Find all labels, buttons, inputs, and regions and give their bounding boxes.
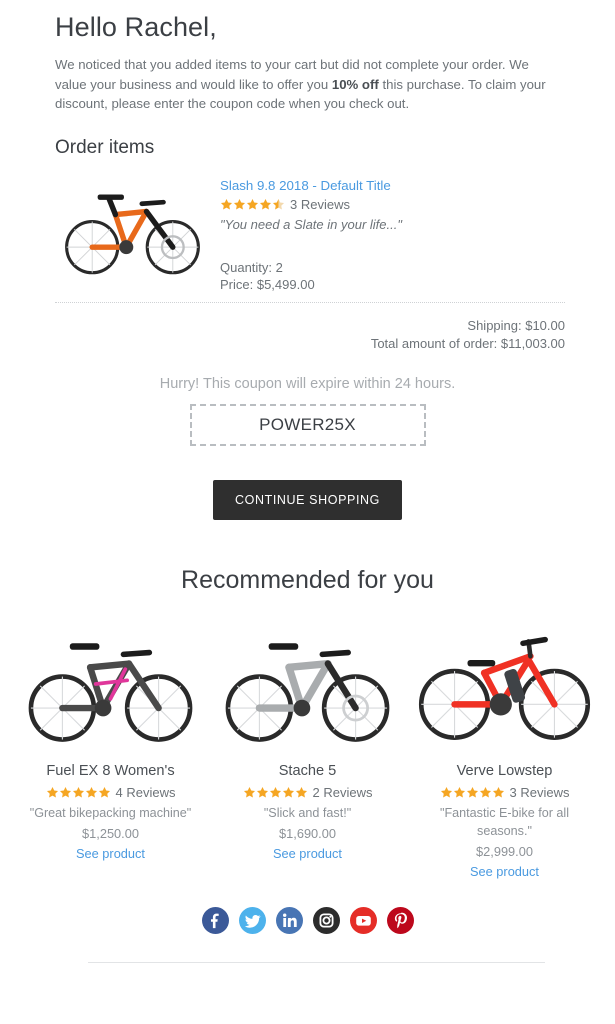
silver-hardtail-bike-icon bbox=[225, 642, 390, 742]
star-icon bbox=[98, 786, 111, 799]
product-image[interactable] bbox=[412, 619, 597, 749]
order-item-title-link[interactable]: Slash 9.8 2018 - Default Title bbox=[220, 177, 560, 195]
star-icon bbox=[440, 786, 453, 799]
star-rating bbox=[46, 786, 111, 799]
product-rating: 3 Reviews bbox=[412, 785, 597, 800]
star-icon bbox=[243, 786, 256, 799]
coupon-code-value: POWER25X bbox=[259, 414, 356, 434]
product-reviews-count: 3 Reviews bbox=[509, 784, 570, 800]
continue-shopping-button[interactable]: CONTINUE SHOPPING bbox=[213, 479, 402, 520]
star-icon bbox=[466, 786, 479, 799]
star-icon bbox=[282, 786, 295, 799]
footer-divider bbox=[88, 961, 545, 963]
product-reviews-count: 4 Reviews bbox=[115, 784, 176, 800]
product-reviews-count: 2 Reviews bbox=[312, 784, 373, 800]
product-image[interactable] bbox=[18, 619, 203, 749]
order-item-row: Slash 9.8 2018 - Default Title 3 Reviews… bbox=[0, 159, 615, 293]
product-image[interactable] bbox=[215, 619, 400, 749]
facebook-icon[interactable] bbox=[201, 906, 229, 934]
star-icon bbox=[59, 786, 72, 799]
product-card: Fuel EX 8 Women's 4 Reviews "Great bikep… bbox=[12, 619, 209, 881]
star-rating bbox=[220, 198, 285, 211]
youtube-icon[interactable] bbox=[349, 906, 377, 934]
product-name: Stache 5 bbox=[278, 762, 337, 779]
star-icon bbox=[85, 786, 98, 799]
order-item-quote: "You need a Slate in your life..." bbox=[220, 216, 402, 232]
cta-section: CONTINUE SHOPPING bbox=[0, 446, 615, 520]
coupon-expiry-note: Hurry! This coupon will expire within 24… bbox=[159, 375, 456, 392]
product-quote: "Fantastic E-bike for all seasons." bbox=[439, 805, 570, 838]
greeting-section: Hello Rachel, We noticed that you added … bbox=[0, 0, 615, 114]
product-price: $1,690.00 bbox=[279, 825, 336, 841]
pinterest-icon[interactable] bbox=[386, 906, 414, 934]
red-electric-step-through-bike-icon bbox=[418, 636, 591, 740]
order-item-quantity: Quantity: 2 bbox=[220, 259, 283, 275]
star-icon bbox=[259, 198, 272, 211]
star-rating bbox=[440, 786, 505, 799]
order-item-details: Slash 9.8 2018 - Default Title 3 Reviews… bbox=[210, 172, 560, 293]
orange-mountain-bike-icon bbox=[65, 193, 200, 274]
see-product-link[interactable]: See product bbox=[412, 863, 597, 881]
star-icon bbox=[295, 786, 308, 799]
star-rating bbox=[243, 786, 308, 799]
product-quote: "Great bikepacking machine" bbox=[29, 805, 192, 820]
order-total-amount: Total amount of order: $11,003.00 bbox=[370, 335, 565, 351]
greeting-paragraph: We noticed that you added items to your … bbox=[55, 55, 560, 114]
coupon-code-box[interactable]: POWER25X bbox=[189, 403, 426, 446]
product-rating: 4 Reviews bbox=[18, 785, 203, 800]
star-icon bbox=[492, 786, 505, 799]
see-product-link[interactable]: See product bbox=[215, 845, 400, 863]
order-item-reviews-count: 3 Reviews bbox=[290, 196, 350, 212]
star-icon bbox=[256, 786, 269, 799]
star-icon bbox=[246, 198, 259, 211]
order-items-heading: Order items bbox=[55, 136, 155, 158]
product-card: Stache 5 2 Reviews "Slick and fast!" $1,… bbox=[209, 619, 406, 881]
see-product-link[interactable]: See product bbox=[18, 845, 203, 863]
order-item-image[interactable] bbox=[55, 172, 210, 282]
star-icon bbox=[233, 198, 246, 211]
star-icon bbox=[220, 198, 233, 211]
star-half-icon bbox=[272, 198, 285, 211]
star-icon bbox=[479, 786, 492, 799]
page-title: Hello Rachel, bbox=[55, 12, 217, 42]
social-links-row bbox=[0, 881, 615, 934]
gray-pink-mountain-bike-icon bbox=[28, 642, 193, 742]
product-name: Fuel EX 8 Women's bbox=[46, 762, 175, 779]
instagram-icon[interactable] bbox=[312, 906, 340, 934]
order-totals: Shipping: $10.00 Total amount of order: … bbox=[0, 303, 615, 353]
star-icon bbox=[453, 786, 466, 799]
recommended-grid: Fuel EX 8 Women's 4 Reviews "Great bikep… bbox=[0, 595, 615, 881]
order-item-rating: 3 Reviews bbox=[220, 196, 560, 213]
email-body: Hello Rachel, We noticed that you added … bbox=[0, 0, 615, 1024]
discount-highlight: 10% off bbox=[331, 76, 379, 92]
twitter-icon[interactable] bbox=[238, 906, 266, 934]
product-price: $2,999.00 bbox=[476, 843, 533, 859]
order-item-price: Price: $5,499.00 bbox=[220, 276, 315, 292]
star-icon bbox=[46, 786, 59, 799]
product-price: $1,250.00 bbox=[82, 825, 139, 841]
product-rating: 2 Reviews bbox=[215, 785, 400, 800]
product-card: Verve Lowstep 3 Reviews "Fantastic E-bik… bbox=[406, 619, 603, 881]
star-icon bbox=[269, 786, 282, 799]
product-name: Verve Lowstep bbox=[456, 762, 553, 779]
recommended-heading: Recommended for you bbox=[181, 565, 434, 594]
star-icon bbox=[72, 786, 85, 799]
linkedin-icon[interactable] bbox=[275, 906, 303, 934]
product-quote: "Slick and fast!" bbox=[263, 805, 352, 820]
shipping-amount: Shipping: $10.00 bbox=[467, 317, 565, 333]
